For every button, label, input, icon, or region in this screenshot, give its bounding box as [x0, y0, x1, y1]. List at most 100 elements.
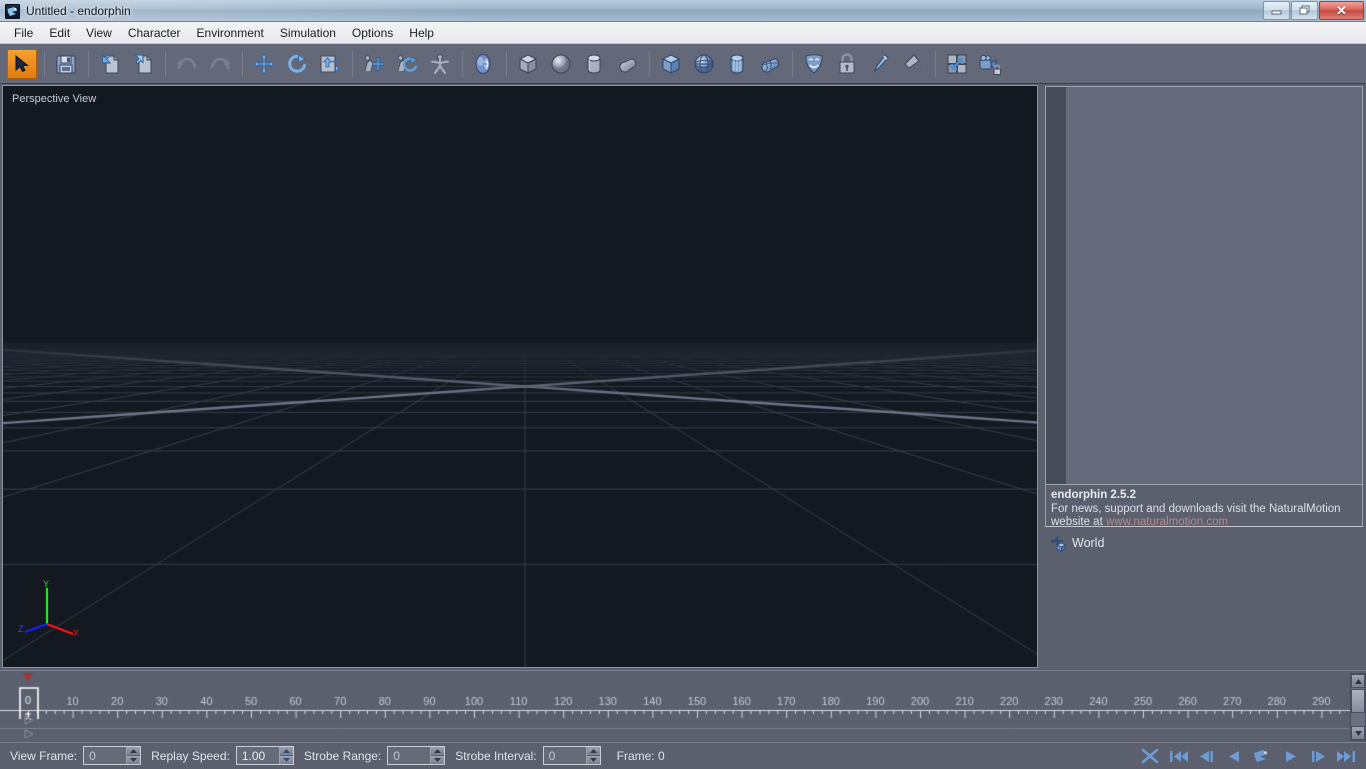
- replay-speed-stepper[interactable]: 1.00: [235, 746, 294, 765]
- grey-cube-icon: [518, 53, 538, 74]
- strobe-range-increment[interactable]: [431, 747, 445, 755]
- transform-tool-button[interactable]: [315, 49, 345, 79]
- transport-play-reverse-button[interactable]: [1220, 745, 1248, 767]
- about-info-box: endorphin 2.5.2 For news, support and do…: [1045, 485, 1363, 528]
- export-file-button[interactable]: [128, 49, 158, 79]
- toolbar-separator: [649, 50, 650, 77]
- transport-play-button[interactable]: [1276, 745, 1304, 767]
- menu-environment[interactable]: Environment: [189, 23, 272, 43]
- transport-simulate-button[interactable]: [1248, 745, 1276, 767]
- lock-object-button[interactable]: [832, 49, 862, 79]
- transport-next-frame-button[interactable]: [1304, 745, 1332, 767]
- add-character-button[interactable]: [425, 49, 455, 79]
- viewport-3d-grid[interactable]: [3, 86, 1037, 667]
- add-dynamic-cylinder-button[interactable]: [722, 49, 752, 79]
- endorphin-logo-icon: [5, 4, 20, 19]
- menu-character[interactable]: Character: [120, 23, 189, 43]
- timeline-scroll-up-button[interactable]: [1351, 674, 1365, 688]
- translate-tool-button[interactable]: [249, 49, 279, 79]
- move-cross-arrows-icon: [253, 53, 275, 74]
- transport-first-frame-button[interactable]: [1164, 745, 1192, 767]
- redo-button[interactable]: [205, 49, 235, 79]
- menu-edit[interactable]: Edit: [41, 23, 78, 43]
- rotate-body-part-button[interactable]: [392, 49, 422, 79]
- close-button[interactable]: ✕: [1319, 1, 1364, 20]
- caret-up-icon: [434, 749, 442, 753]
- menu-view[interactable]: View: [78, 23, 120, 43]
- body-rotate-icon: [397, 54, 418, 72]
- transport-prev-frame-button[interactable]: [1192, 745, 1220, 767]
- undo-button[interactable]: [172, 49, 202, 79]
- world-axis-cube-icon: [1051, 536, 1066, 552]
- minimize-button[interactable]: [1263, 1, 1290, 20]
- fit-to-view-icon: [947, 54, 967, 73]
- replay-speed-label: Replay Speed:: [151, 748, 230, 763]
- axis-gizmo: Y X Z: [17, 578, 81, 645]
- timeline-bar[interactable]: [0, 670, 1366, 743]
- blue-wire-sphere-icon: [694, 54, 714, 73]
- add-sphere-button[interactable]: [546, 49, 576, 79]
- select-tool-button[interactable]: [7, 48, 37, 79]
- caret-up-icon: [130, 749, 138, 753]
- window-titlebar[interactable]: Untitled - endorphin ✕: [0, 0, 1366, 22]
- gizmo-z-label: Z: [18, 624, 24, 634]
- chevron-up-icon: [1354, 678, 1362, 684]
- toolbar-separator: [44, 50, 45, 77]
- blue-cube-icon: [661, 53, 681, 74]
- timeline-scroll-down-button[interactable]: [1351, 726, 1365, 740]
- add-dynamic-capsule-button[interactable]: [755, 49, 785, 79]
- maximize-button[interactable]: [1291, 1, 1318, 20]
- menu-options[interactable]: Options: [344, 23, 401, 43]
- add-dynamic-box-button[interactable]: [656, 49, 686, 79]
- strobe-range-spin-buttons: [430, 747, 445, 764]
- view-frame-increment[interactable]: [127, 747, 141, 755]
- add-box-button[interactable]: [513, 49, 543, 79]
- naturalmotion-link[interactable]: www.naturalmotion.com: [1106, 516, 1228, 528]
- tree-item-world[interactable]: World: [1045, 533, 1363, 553]
- timeline-ruler[interactable]: [0, 671, 1350, 743]
- fit-view-button[interactable]: [942, 49, 972, 79]
- lock-camera-button[interactable]: [975, 49, 1005, 79]
- strobe-interval-stepper[interactable]: 0: [542, 746, 601, 765]
- move-body-part-button[interactable]: [359, 49, 389, 79]
- add-dynamic-sphere-button[interactable]: [689, 49, 719, 79]
- rotate-tool-button[interactable]: [282, 49, 312, 79]
- replay-speed-increment[interactable]: [279, 747, 293, 755]
- strobe-interval-input[interactable]: 0: [543, 747, 586, 764]
- menu-file[interactable]: File: [6, 23, 41, 43]
- view-frame-decrement[interactable]: [127, 755, 141, 764]
- endorphin-simulate-icon: [1253, 750, 1268, 762]
- replay-speed-decrement[interactable]: [279, 755, 293, 764]
- strobe-range-input[interactable]: 0: [388, 747, 431, 764]
- import-file-button[interactable]: [95, 49, 125, 79]
- strobe-range-label: Strobe Range:: [303, 748, 382, 763]
- transport-shuttle-button[interactable]: [1136, 745, 1164, 767]
- view-frame-input[interactable]: 0: [84, 747, 127, 764]
- strobe-range-decrement[interactable]: [431, 755, 445, 764]
- paint-tool-button[interactable]: [865, 49, 895, 79]
- transform-box-icon: [320, 55, 340, 73]
- strobe-range-stepper[interactable]: 0: [387, 746, 446, 765]
- toolbar-separator: [792, 50, 793, 77]
- replay-speed-input[interactable]: 1.00: [236, 747, 279, 764]
- frame-readout: Frame: 0: [616, 748, 665, 763]
- timeline-scrollbar[interactable]: [1350, 673, 1366, 741]
- add-capsule-button[interactable]: [612, 49, 642, 79]
- behaviour-mask-button[interactable]: [799, 49, 829, 79]
- transport-last-frame-button[interactable]: [1332, 745, 1360, 767]
- perspective-viewport[interactable]: Perspective View Y X Z: [2, 85, 1038, 668]
- strobe-interval-increment[interactable]: [586, 747, 600, 755]
- head-view-button[interactable]: [469, 49, 499, 79]
- add-cylinder-button[interactable]: [579, 49, 609, 79]
- strobe-interval-decrement[interactable]: [586, 755, 600, 764]
- padlock-icon: [839, 52, 855, 73]
- save-file-button[interactable]: [51, 49, 81, 79]
- wedge-tool-button[interactable]: [898, 49, 928, 79]
- view-frame-stepper[interactable]: 0: [83, 746, 142, 765]
- properties-panel[interactable]: [1045, 86, 1363, 485]
- menu-simulation[interactable]: Simulation: [272, 23, 344, 43]
- import-page-icon: [102, 53, 119, 73]
- menu-help[interactable]: Help: [401, 23, 442, 43]
- window-controls: ✕: [1262, 1, 1364, 21]
- timeline-scroll-thumb[interactable]: [1351, 689, 1365, 713]
